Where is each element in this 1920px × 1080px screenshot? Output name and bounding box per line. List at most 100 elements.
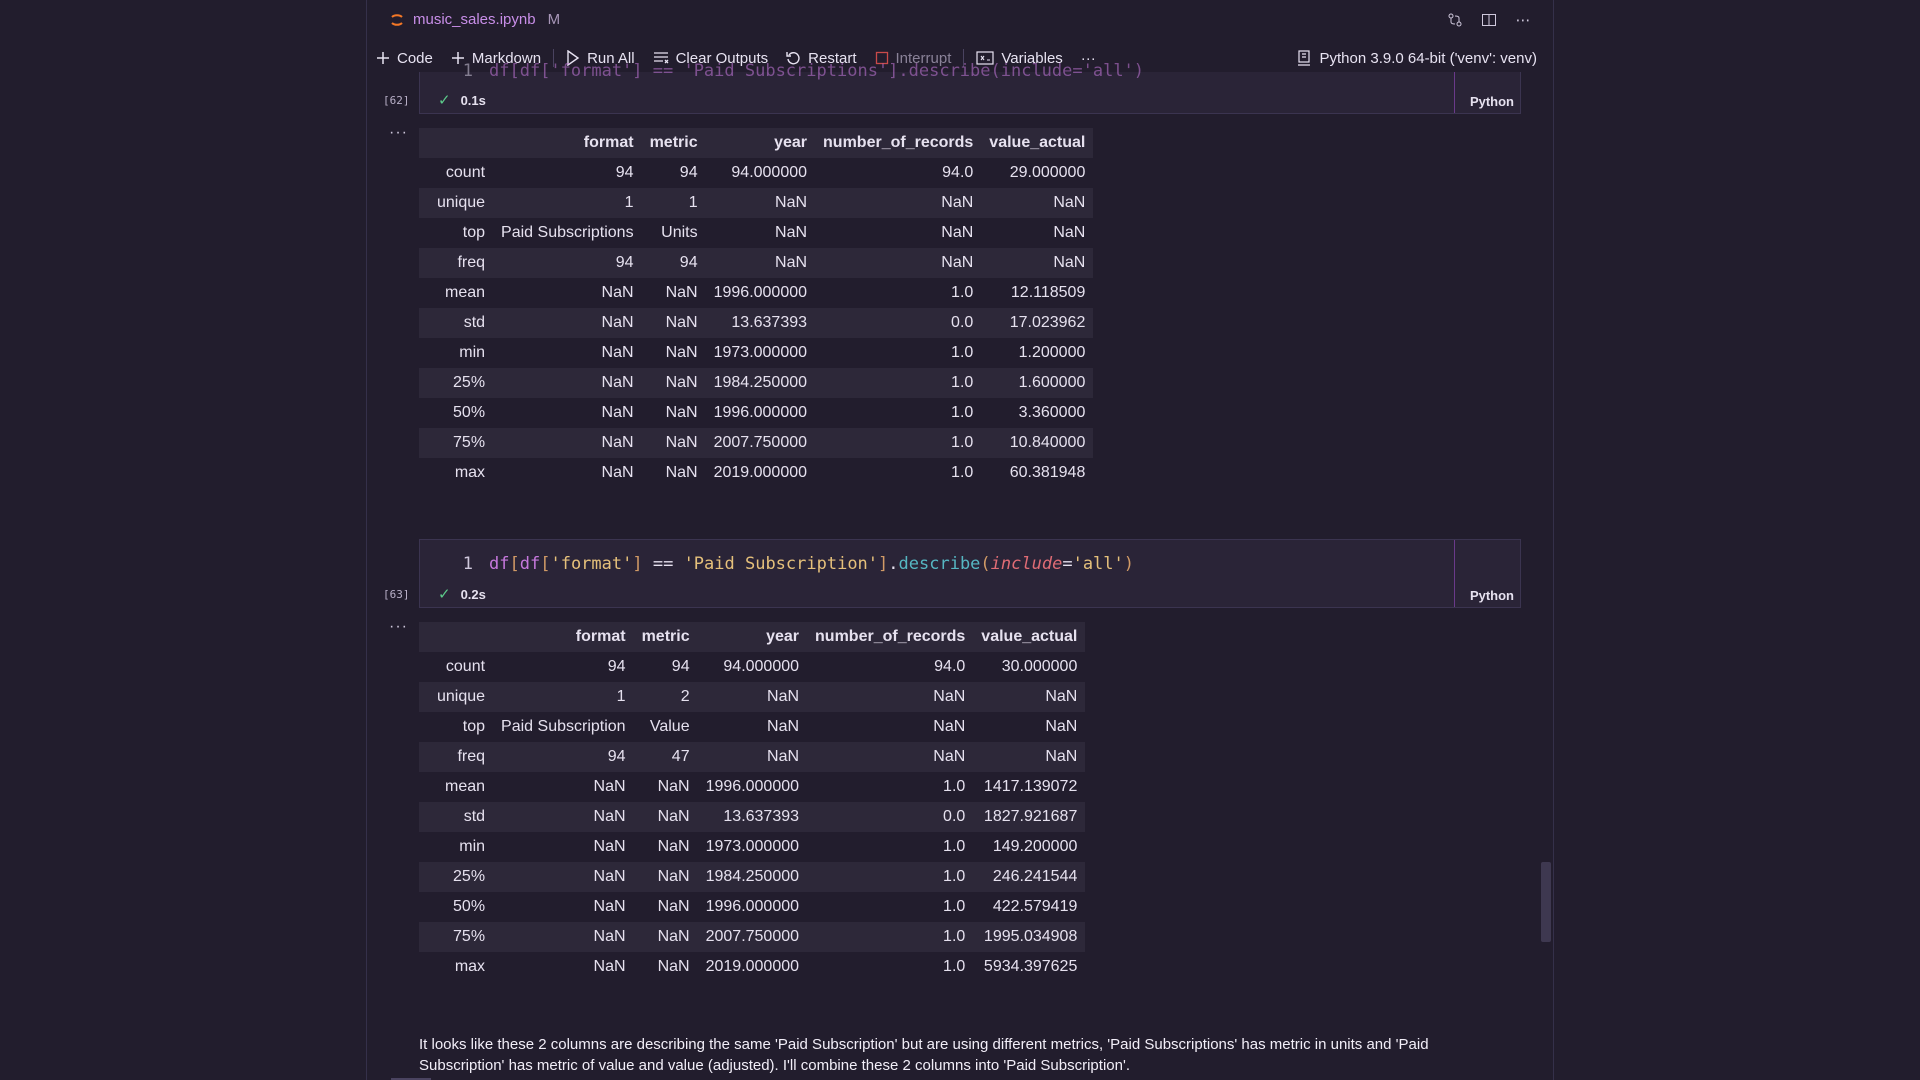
table-cell: NaN: [981, 188, 1094, 218]
index-header: [419, 128, 494, 158]
table-row: unique 1 1 NaN NaN NaN: [419, 188, 1094, 218]
table-cell: 1.0: [807, 922, 974, 952]
table-cell: 1.600000: [981, 368, 1094, 398]
code-cell-62[interactable]: 1 df[df['format'] == 'Paid Subscriptions…: [419, 61, 1521, 114]
table-cell: NaN: [601, 344, 634, 361]
row-index-cell: unique: [419, 682, 494, 712]
table-cell: NaN: [981, 248, 1094, 278]
exec-count-63: [63]: [383, 588, 410, 601]
table-cell: NaN: [601, 464, 634, 481]
right-panel: [1553, 0, 1920, 1080]
tab-music-sales[interactable]: music_sales.ipynb M: [389, 11, 560, 28]
table-cell: NaN: [593, 898, 626, 915]
column-header: metric: [633, 622, 698, 652]
markdown-cell-text[interactable]: It looks like these 2 columns are descri…: [419, 1034, 1489, 1076]
table-cell: NaN: [633, 922, 698, 952]
kernel-picker[interactable]: Python 3.9.0 64-bit ('venv': venv): [1297, 44, 1537, 72]
table-cell: NaN: [807, 742, 974, 772]
table-cell: 0.0: [807, 802, 974, 832]
table-row: freq 94 47 NaN NaN NaN: [419, 742, 1086, 772]
row-index-cell: max: [454, 464, 486, 481]
table-row: max NaN NaN 2019.000000 1.0 60.381948: [419, 458, 1093, 488]
table-cell: 1996.000000: [713, 284, 808, 301]
kernel-label: Python 3.9.0 64-bit ('venv': venv): [1319, 49, 1537, 67]
table-cell: 1996.000000: [705, 898, 800, 915]
table-cell: 1.0: [951, 284, 974, 301]
cell-language[interactable]: Python: [1470, 588, 1514, 603]
table-header-row: format metric year number_of_records value_a…: [419, 622, 1086, 652]
table-cell: 5934.397625: [983, 958, 1078, 975]
split-editor-icon[interactable]: [1479, 10, 1499, 30]
code-line: 1 df[df['format'] == 'Paid Subscription'…: [420, 553, 1134, 575]
table-cell: NaN: [493, 862, 634, 892]
table-cell: NaN: [601, 404, 634, 421]
column-header: number_of_records: [807, 622, 974, 652]
table-cell: 13.637393: [705, 308, 816, 338]
table-row: count 94 94 94.000000 94.0 30.000000: [419, 652, 1085, 682]
column-header: number_of_records: [815, 128, 982, 158]
row-index-cell: std: [419, 802, 494, 832]
table-cell: NaN: [973, 682, 1086, 712]
table-row: count 94 94 94.000000 94.0 29.000000: [419, 158, 1093, 188]
table-cell: 1973.000000: [713, 344, 808, 361]
table-cell: 94: [615, 164, 634, 181]
more-actions-icon[interactable]: ⋯: [1513, 10, 1533, 30]
row-index-cell: min: [459, 344, 486, 361]
table-row: min NaN NaN 1973.000000 1.0 1.200000: [419, 338, 1093, 368]
row-index-cell: unique: [419, 188, 494, 218]
modified-indicator: M: [547, 11, 561, 28]
table-cell: 2007.750000: [697, 922, 808, 952]
table-row: std NaN NaN 13.637393 0.0 1827.921687: [419, 802, 1086, 832]
column-header: year: [697, 622, 808, 652]
ruler-line: [1454, 72, 1455, 113]
column-header: metric: [641, 128, 706, 158]
row-index-cell: top: [462, 224, 486, 241]
table-cell: NaN: [641, 428, 706, 458]
table-cell: NaN: [705, 248, 816, 278]
cell-status: ✓ 0.1s: [438, 91, 486, 109]
table-cell: 1984.250000: [697, 862, 808, 892]
jupyter-icon: [389, 12, 405, 28]
table-cell: 94: [671, 658, 690, 675]
table-cell: 1.0: [943, 778, 966, 795]
table-cell: 94: [493, 742, 634, 772]
describe-output-table: format metric year number_of_records value_a…: [419, 128, 1094, 488]
table-cell: Paid Subscriptions: [501, 224, 634, 241]
row-index-cell: std: [419, 308, 494, 338]
table-row: max NaN NaN 2019.000000 1.0 5934.397625: [419, 952, 1085, 982]
table-cell: Paid Subscription: [501, 718, 626, 735]
table-cell: 0.0: [815, 308, 982, 338]
code-text[interactable]: df[df['format'] == 'Paid Subscription'].…: [489, 554, 1134, 574]
table-cell: NaN: [665, 284, 698, 301]
table-cell: 1827.921687: [973, 802, 1086, 832]
scrollbar-thumb[interactable]: [1541, 862, 1551, 942]
line-number: 1: [462, 554, 473, 574]
row-index-cell: min: [459, 838, 486, 855]
exec-time: 0.1s: [460, 92, 486, 108]
output-more-icon[interactable]: ···: [389, 124, 408, 142]
row-index-cell: 75%: [419, 922, 494, 952]
column-header: format: [493, 622, 634, 652]
table-cell: NaN: [493, 308, 642, 338]
table-cell: NaN: [665, 344, 698, 361]
output-more-icon[interactable]: ···: [389, 618, 408, 636]
table-cell: NaN: [775, 224, 808, 241]
compare-changes-icon[interactable]: [1445, 10, 1465, 30]
table-cell: NaN: [657, 838, 690, 855]
table-cell: 1.0: [951, 464, 974, 481]
table-cell: Value: [649, 718, 690, 735]
table-cell: 10.840000: [981, 428, 1094, 458]
table-cell: 17.023962: [981, 308, 1094, 338]
table-cell: 1973.000000: [705, 838, 800, 855]
table-cell: NaN: [593, 838, 626, 855]
row-index-cell: top: [462, 718, 486, 735]
table-cell: 60.381948: [1009, 464, 1086, 481]
table-cell: NaN: [665, 464, 698, 481]
code-cell-63[interactable]: 1 df[df['format'] == 'Paid Subscription'…: [419, 539, 1521, 608]
cell-language[interactable]: Python: [1470, 94, 1514, 109]
table-cell: 1.0: [951, 404, 974, 421]
tab-bar: music_sales.ipynb M ⋯: [367, 0, 1553, 42]
table-cell: 94: [679, 164, 698, 181]
table-cell: 1: [493, 188, 642, 218]
table-cell: 1.0: [807, 862, 974, 892]
